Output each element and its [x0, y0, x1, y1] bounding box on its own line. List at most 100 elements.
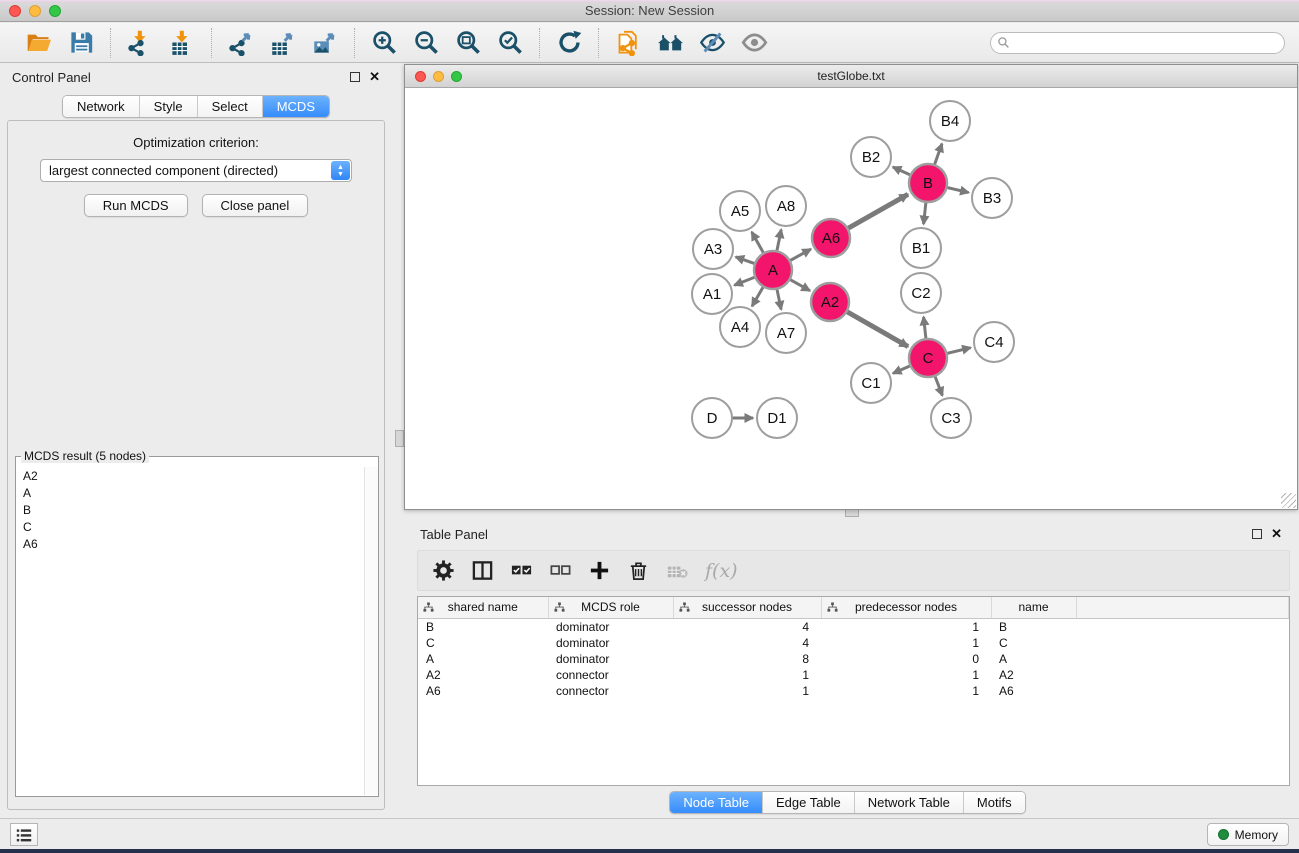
table-row[interactable]: A6connector11A6 — [418, 683, 1289, 699]
tab-mcds[interactable]: MCDS — [263, 96, 329, 117]
table-row[interactable]: Cdominator41C — [418, 635, 1289, 651]
table-cell[interactable]: dominator — [548, 618, 673, 635]
close-panel-button[interactable]: Close panel — [202, 194, 309, 217]
graph-node-D[interactable]: D — [692, 398, 732, 438]
window-resize-grip[interactable] — [1281, 493, 1296, 508]
graph-node-B1[interactable]: B1 — [901, 228, 941, 268]
column-header-name[interactable]: name — [991, 597, 1076, 618]
table-cell[interactable]: A — [418, 651, 548, 667]
table-cell[interactable]: 4 — [673, 635, 821, 651]
horizontal-split-handle[interactable] — [845, 509, 859, 517]
table-cell[interactable]: A2 — [418, 667, 548, 683]
mcds-result-item[interactable]: C — [17, 518, 363, 535]
tab-network[interactable]: Network — [63, 96, 140, 117]
table-settings-gear-button[interactable] — [432, 556, 455, 586]
graph-node-B2[interactable]: B2 — [851, 137, 891, 177]
tab-node-table[interactable]: Node Table — [670, 792, 763, 813]
mcds-result-scrollbar[interactable] — [364, 467, 378, 795]
graph-node-A4[interactable]: A4 — [720, 307, 760, 347]
graph-node-A8[interactable]: A8 — [766, 186, 806, 226]
column-header-predecessor-nodes[interactable]: predecessor nodes — [821, 597, 991, 618]
table-cell[interactable]: connector — [548, 667, 673, 683]
column-header-MCDS-role[interactable]: MCDS role — [548, 597, 673, 618]
graph-node-C2[interactable]: C2 — [901, 273, 941, 313]
tab-edge-table[interactable]: Edge Table — [763, 792, 855, 813]
delete-column-button[interactable] — [627, 556, 650, 586]
graph-node-C[interactable]: C — [909, 339, 947, 377]
mcds-result-item[interactable]: A6 — [17, 535, 363, 552]
graph-node-D1[interactable]: D1 — [757, 398, 797, 438]
table-cell[interactable]: dominator — [548, 635, 673, 651]
save-session-button[interactable] — [64, 27, 98, 59]
graph-node-A5[interactable]: A5 — [720, 191, 760, 231]
network-window-titlebar[interactable]: testGlobe.txt — [405, 65, 1297, 88]
table-row[interactable]: Adominator80A — [418, 651, 1289, 667]
zoom-in-button[interactable] — [367, 27, 401, 59]
table-cell[interactable]: dominator — [548, 651, 673, 667]
table-cell[interactable]: C — [991, 635, 1076, 651]
import-network-button[interactable] — [123, 27, 157, 59]
tab-select[interactable]: Select — [198, 96, 263, 117]
run-mcds-button[interactable]: Run MCDS — [84, 194, 188, 217]
table-cell[interactable]: A — [991, 651, 1076, 667]
memory-button[interactable]: Memory — [1207, 823, 1289, 846]
network-from-file-button[interactable] — [611, 27, 645, 59]
table-cell[interactable]: A2 — [991, 667, 1076, 683]
table-cell[interactable]: connector — [548, 683, 673, 699]
table-cell[interactable]: 8 — [673, 651, 821, 667]
export-network-button[interactable] — [224, 27, 258, 59]
graph-node-B3[interactable]: B3 — [972, 178, 1012, 218]
optimization-criterion-dropdown[interactable]: largest connected component (directed) ▲… — [40, 159, 352, 182]
graph-node-A1[interactable]: A1 — [692, 274, 732, 314]
network-canvas[interactable]: AA1A2A3A4A5A6A7A8BB1B2B3B4CC1C2C3C4DD1 — [405, 88, 1297, 509]
mcds-result-item[interactable]: B — [17, 501, 363, 518]
import-table-button[interactable] — [165, 27, 199, 59]
vertical-split-handle[interactable] — [395, 430, 404, 447]
search-input[interactable] — [990, 32, 1285, 54]
hide-graphics-details-button[interactable] — [695, 27, 729, 59]
mcds-result-item[interactable]: A — [17, 484, 363, 501]
table-cell[interactable]: C — [418, 635, 548, 651]
table-cell[interactable]: 1 — [821, 635, 991, 651]
graph-node-A7[interactable]: A7 — [766, 313, 806, 353]
open-session-button[interactable] — [22, 27, 56, 59]
table-cell[interactable]: 1 — [821, 667, 991, 683]
table-cell[interactable]: 1 — [673, 667, 821, 683]
export-table-button[interactable] — [266, 27, 300, 59]
table-cell[interactable]: A6 — [991, 683, 1076, 699]
home-button[interactable] — [653, 27, 687, 59]
deselect-all-checkboxes-button[interactable] — [549, 556, 572, 586]
graph-node-A2[interactable]: A2 — [811, 283, 849, 321]
mcds-result-item[interactable]: A2 — [17, 467, 363, 484]
table-cell[interactable]: B — [418, 618, 548, 635]
table-row[interactable]: Bdominator41B — [418, 618, 1289, 635]
table-cell[interactable]: 0 — [821, 651, 991, 667]
graph-node-A6[interactable]: A6 — [812, 219, 850, 257]
graph-node-C4[interactable]: C4 — [974, 322, 1014, 362]
graph-node-C3[interactable]: C3 — [931, 398, 971, 438]
table-cell[interactable]: 1 — [673, 683, 821, 699]
column-header-successor-nodes[interactable]: successor nodes — [673, 597, 821, 618]
column-layout-button[interactable] — [471, 556, 494, 586]
add-column-button[interactable] — [588, 556, 611, 586]
table-cell[interactable]: A6 — [418, 683, 548, 699]
table-cell[interactable]: 1 — [821, 683, 991, 699]
export-image-button[interactable] — [308, 27, 342, 59]
tab-motifs[interactable]: Motifs — [964, 792, 1025, 813]
table-row[interactable]: A2connector11A2 — [418, 667, 1289, 683]
float-table-panel-icon[interactable] — [1252, 529, 1262, 539]
select-all-checkboxes-button[interactable] — [510, 556, 533, 586]
refresh-button[interactable] — [552, 27, 586, 59]
float-panel-icon[interactable] — [350, 72, 360, 82]
table-cell[interactable]: 4 — [673, 618, 821, 635]
graph-node-A3[interactable]: A3 — [693, 229, 733, 269]
zoom-selected-button[interactable] — [493, 27, 527, 59]
tab-style[interactable]: Style — [140, 96, 198, 117]
column-header-shared-name[interactable]: shared name — [418, 597, 548, 618]
table-cell[interactable]: B — [991, 618, 1076, 635]
zoom-fit-button[interactable] — [451, 27, 485, 59]
graph-node-B[interactable]: B — [909, 164, 947, 202]
graph-node-C1[interactable]: C1 — [851, 363, 891, 403]
table-cell[interactable]: 1 — [821, 618, 991, 635]
graph-node-B4[interactable]: B4 — [930, 101, 970, 141]
